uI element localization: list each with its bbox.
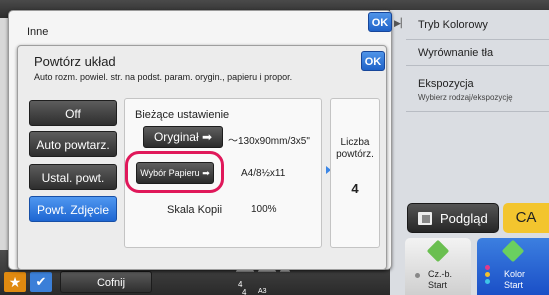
scale-value: 100% xyxy=(251,204,277,215)
paper-button-label: Wybór Papieru xyxy=(140,168,200,178)
original-value: ～130x90mm/3x5" xyxy=(228,136,310,147)
dialog-description: Auto rozm. powiel. str. na podst. param.… xyxy=(34,72,293,82)
right-item-color-mode[interactable]: Tryb Kolorowy xyxy=(406,10,549,40)
status-dot xyxy=(415,273,420,278)
others-dialog: Inne OK Powtórz układ Auto rozm. powiel.… xyxy=(8,10,392,270)
option-photo-repeat-button[interactable]: Powt. Zdjęcie xyxy=(29,196,117,222)
back-button[interactable]: Cofnij xyxy=(60,271,152,293)
dialog-title: Powtórz układ xyxy=(34,54,116,69)
option-off-button[interactable]: Off xyxy=(29,100,117,126)
preview-icon xyxy=(418,212,432,225)
preview-label: Podgląd xyxy=(440,211,488,226)
thumb-size-label: A3 xyxy=(258,288,267,295)
expand-arrow-icon[interactable]: ▶▏ xyxy=(394,18,408,32)
right-item-label: Ekspozycja xyxy=(418,78,474,90)
color-dots-icon xyxy=(485,265,491,286)
thumb-count-label: 4 xyxy=(242,288,247,295)
start-diamond-icon xyxy=(426,239,450,263)
option-fixed-repeat-button[interactable]: Ustal. powt. xyxy=(29,164,117,190)
repeat-count-button[interactable]: Liczba powtórz. 4 xyxy=(330,98,380,248)
original-button[interactable]: Oryginał ➡ xyxy=(143,126,223,148)
settings-title: Bieżące ustawienie xyxy=(135,109,230,121)
repeat-layout-dialog: Powtórz układ Auto rozm. powiel. str. na… xyxy=(17,45,387,270)
scale-label: Skala Kopii xyxy=(167,204,223,216)
repeat-count-value: 4 xyxy=(351,181,359,196)
right-item-label: Tryb Kolorowy xyxy=(418,19,488,31)
right-item-exposure[interactable]: Ekspozycja Wybierz rodzaj/ekspozycję xyxy=(406,70,549,112)
paper-select-button[interactable]: Wybór Papieru ➡ xyxy=(136,162,214,184)
check-icon[interactable]: ✔ xyxy=(30,272,52,292)
start-diamond-icon xyxy=(501,239,525,263)
arrow-right-icon: ➡ xyxy=(202,168,210,178)
start-bw-label: Cz.-b. Start xyxy=(428,269,453,290)
start-color-label: Kolor Start xyxy=(504,269,526,290)
outer-ok-button[interactable]: OK xyxy=(368,12,392,32)
option-auto-repeat-button[interactable]: Auto powtarz. xyxy=(29,131,117,157)
original-button-label: Oryginał xyxy=(153,130,199,144)
current-settings-panel: Bieżące ustawienie Oryginał ➡ ～130x90mm/… xyxy=(124,98,322,248)
preview-button[interactable]: Podgląd xyxy=(407,203,499,233)
repeat-count-label: Liczba powtórz. xyxy=(336,137,374,160)
right-item-label: Wyrównanie tła xyxy=(418,47,494,59)
right-item-background[interactable]: Wyrównanie tła xyxy=(406,40,549,66)
start-color-button[interactable]: Kolor Start xyxy=(477,238,549,295)
dialog-title: Inne xyxy=(27,26,49,38)
inner-ok-button[interactable]: OK xyxy=(361,51,385,71)
paper-value: A4/8½x11 xyxy=(241,168,286,179)
favorite-star-icon[interactable]: ★ xyxy=(4,272,26,292)
right-item-sublabel: Wybierz rodzaj/ekspozycję xyxy=(418,93,513,102)
arrow-right-icon: ➡ xyxy=(201,130,213,144)
start-bw-button[interactable]: Cz.-b. Start xyxy=(405,238,471,295)
clear-all-button[interactable]: CA xyxy=(503,203,549,233)
